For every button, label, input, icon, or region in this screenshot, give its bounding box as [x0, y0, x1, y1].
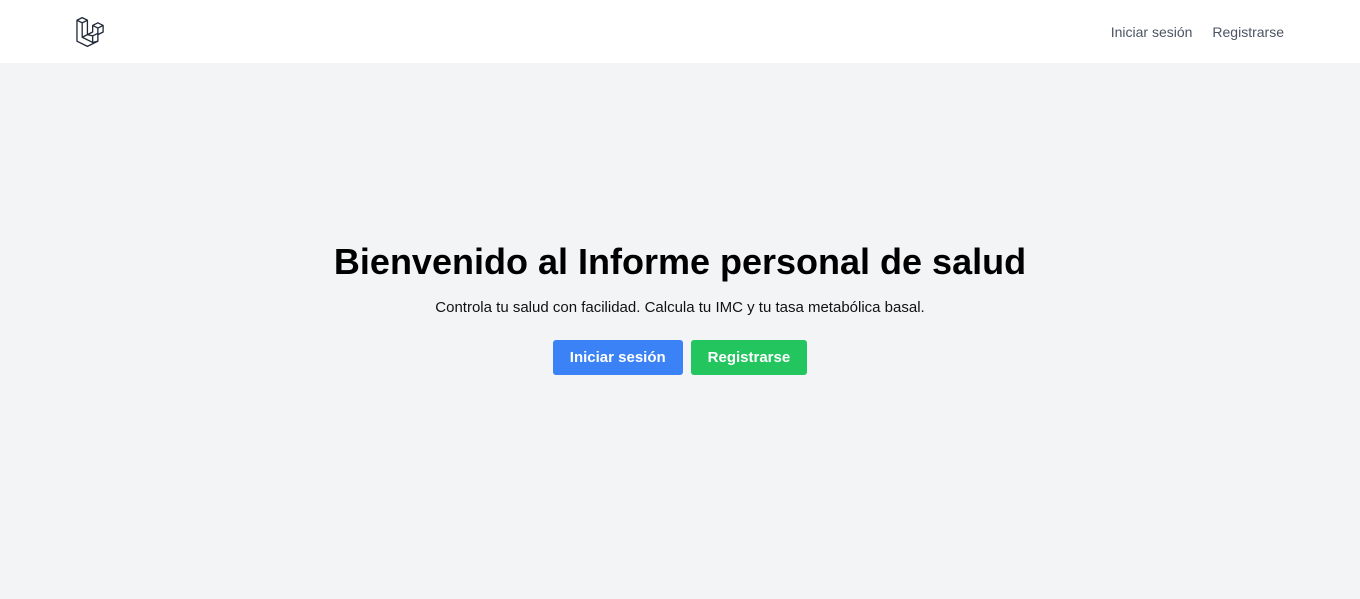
register-button[interactable]: Registrarse	[690, 340, 808, 375]
page-title: Bienvenido al Informe personal de salud	[333, 241, 1027, 282]
login-button[interactable]: Iniciar sesión	[552, 340, 683, 375]
hero-section: Bienvenido al Informe personal de salud …	[0, 64, 1360, 599]
hero-actions: Iniciar sesión Registrarse	[552, 340, 808, 375]
page-subtitle: Controla tu salud con facilidad. Calcula…	[435, 299, 925, 316]
nav-register-link[interactable]: Registrarse	[1212, 24, 1284, 40]
nav-login-link[interactable]: Iniciar sesión	[1111, 24, 1193, 40]
laravel-logo-icon[interactable]	[75, 15, 109, 49]
top-navbar: Iniciar sesión Registrarse	[0, 0, 1360, 64]
nav-links: Iniciar sesión Registrarse	[1111, 0, 1284, 64]
